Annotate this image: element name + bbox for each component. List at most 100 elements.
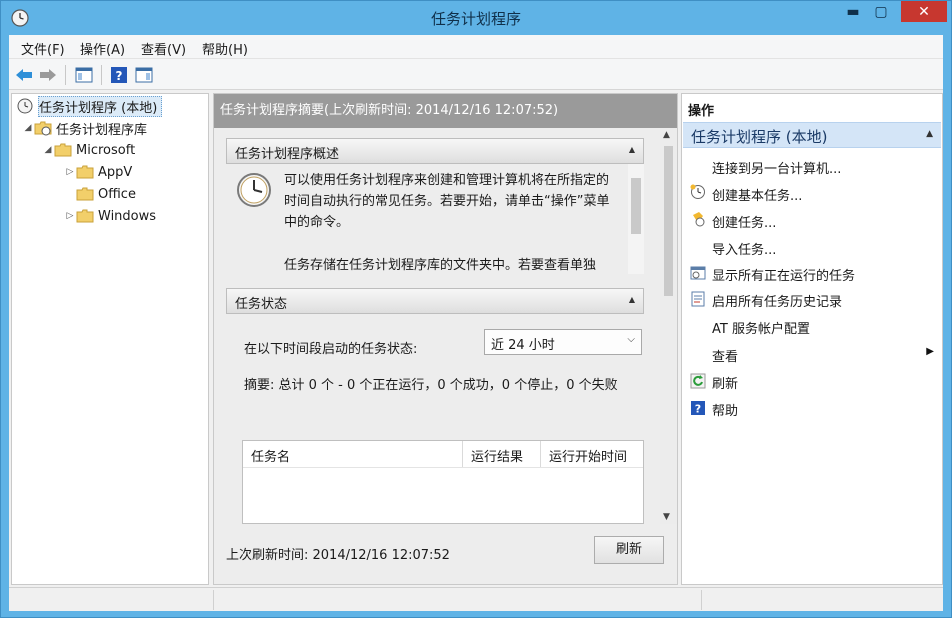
folder-icon (54, 143, 72, 157)
collapse-caret-icon: ▲ (628, 145, 635, 154)
summary-header: 任务计划程序摘要(上次刷新时间: 2014/12/16 12:07:52) (214, 94, 677, 128)
tree-item-label: Microsoft (76, 142, 136, 158)
show-hide-action-pane-button[interactable] (133, 64, 155, 86)
group-title: 任务计划程序 (本地) (691, 128, 828, 146)
maximize-icon: ▢ (874, 4, 888, 20)
collapse-caret-icon: ▲ (628, 295, 635, 304)
close-button[interactable]: ✕ (901, 1, 947, 22)
minimize-button[interactable]: ▬ (839, 1, 867, 23)
actions-group-header[interactable]: 任务计划程序 (本地) ▲ (683, 122, 941, 148)
scroll-thumb[interactable] (664, 146, 673, 296)
menu-file[interactable]: 文件(F) (21, 39, 65, 58)
scroll-down-icon[interactable]: ▼ (663, 512, 670, 522)
menu-bar: 文件(F) 操作(A) 查看(V) 帮助(H) (9, 35, 943, 59)
menu-help[interactable]: 帮助(H) (202, 39, 248, 58)
status-separator (701, 590, 702, 610)
svg-text:?: ? (695, 403, 701, 416)
show-hide-tree-button[interactable] (73, 64, 95, 86)
console-tree-icon (75, 67, 93, 83)
minimize-icon: ▬ (846, 4, 860, 20)
toolbar: ? (9, 59, 943, 90)
tree-item-library[interactable]: ◢ 任务计划程序库 (22, 118, 147, 138)
help-icon: ? (111, 67, 127, 83)
actions-pane: 操作 任务计划程序 (本地) ▲ 连接到另一台计算机... 创建基本任务... … (681, 93, 943, 585)
header-divider (243, 467, 643, 468)
window-title: 任务计划程序 (430, 10, 521, 28)
actions-title: 操作 (688, 104, 715, 119)
action-help[interactable]: 帮助 (712, 400, 738, 419)
tree-item-label: 任务计划程序 (本地) (38, 95, 163, 117)
status-section-header[interactable]: 任务状态 ▲ (226, 288, 644, 314)
summary-footer: 上次刷新时间: 2014/12/16 12:07:52 刷新 (214, 524, 677, 584)
overview-scrollbar[interactable] (628, 164, 644, 274)
folder-icon (76, 165, 94, 179)
back-button[interactable] (13, 64, 35, 86)
expanded-arrow-icon[interactable]: ◢ (22, 123, 34, 133)
action-at-service-config[interactable]: AT 服务帐户配置 (712, 318, 810, 337)
column-header-run-result[interactable]: 运行结果 (463, 441, 541, 467)
column-header-run-start-time[interactable]: 运行开始时间 (541, 441, 643, 467)
tree-item-root[interactable]: 任务计划程序 (本地) (16, 95, 163, 117)
action-create-basic-task[interactable]: 创建基本任务... (712, 185, 802, 204)
help-icon: ? (691, 401, 705, 416)
create-task-icon (693, 212, 705, 227)
overview-text: 可以使用任务计划程序来创建和管理计算机将在所指定的时间自动执行的常见任务。若要开… (284, 173, 610, 230)
status-period-select[interactable]: 近 24 小时 ⌵ (484, 329, 642, 355)
action-view[interactable]: 查看 (712, 346, 738, 365)
chevron-down-icon: ⌵ (627, 334, 635, 345)
summary-scrollbar[interactable]: ▲ ▼ (660, 128, 677, 524)
expanded-arrow-icon[interactable]: ◢ (42, 145, 54, 155)
folder-icon (76, 209, 94, 223)
action-pane-icon (135, 67, 153, 83)
collapsed-arrow-icon[interactable]: ▷ (64, 167, 76, 177)
navigation-tree: 任务计划程序 (本地) ◢ 任务计划程序库 ◢ Microsoft ▷ AppV… (11, 93, 209, 585)
folder-icon (76, 187, 94, 201)
action-connect-computer[interactable]: 连接到另一台计算机... (712, 158, 841, 177)
svg-text:?: ? (116, 69, 123, 83)
action-import-task[interactable]: 导入任务... (712, 239, 776, 258)
help-toolbar-button[interactable]: ? (108, 64, 130, 86)
action-enable-task-history[interactable]: 启用所有任务历史记录 (712, 291, 842, 310)
clock-icon (237, 173, 271, 207)
overview-text-continued: 任务存储在任务计划程序库的文件夹中。若要查看单独 (284, 258, 597, 273)
action-show-running-tasks[interactable]: 显示所有正在运行的任务 (712, 265, 855, 284)
last-refresh-text: 上次刷新时间: 2014/12/16 12:07:52 (226, 548, 450, 563)
summary-pane: 任务计划程序摘要(上次刷新时间: 2014/12/16 12:07:52) 任务… (213, 93, 678, 585)
back-arrow-icon (16, 69, 32, 81)
refresh-icon (690, 373, 706, 389)
action-refresh[interactable]: 刷新 (712, 373, 738, 392)
forward-arrow-icon (40, 69, 56, 81)
status-summary: 摘要: 总计 0 个 - 0 个正在运行，0 个成功，0 个停止，0 个失败 (244, 378, 618, 393)
status-period-label: 在以下时间段启动的任务状态: (244, 342, 418, 357)
status-separator (213, 590, 214, 610)
toolbar-separator (101, 65, 102, 85)
overview-section: 可以使用任务计划程序来创建和管理计算机将在所指定的时间自动执行的常见任务。若要开… (226, 164, 644, 274)
column-header-task-name[interactable]: 任务名 (243, 441, 463, 467)
menu-action[interactable]: 操作(A) (80, 39, 125, 58)
refresh-button[interactable]: 刷新 (594, 536, 664, 564)
summary-scroll-area: 任务计划程序概述 ▲ 可以使用任务计划程序来创建和管理计算机将在所指定的时间自动… (214, 128, 677, 524)
clock-icon (17, 98, 33, 114)
status-bar (9, 587, 943, 611)
tree-item-label: Windows (98, 208, 157, 224)
tree-item-windows[interactable]: ▷ Windows (64, 206, 157, 226)
scroll-up-icon[interactable]: ▲ (663, 130, 670, 140)
running-tasks-icon (690, 266, 706, 280)
section-title: 任务计划程序概述 (235, 147, 340, 162)
task-status-table: 任务名 运行结果 运行开始时间 (242, 440, 644, 524)
tree-item-label: 任务计划程序库 (56, 122, 148, 138)
toolbar-separator (65, 65, 66, 85)
collapsed-arrow-icon[interactable]: ▷ (64, 211, 76, 221)
tree-item-microsoft[interactable]: ◢ Microsoft (42, 140, 136, 160)
menu-view[interactable]: 查看(V) (141, 39, 186, 58)
task-history-icon (691, 291, 705, 307)
scroll-thumb[interactable] (631, 178, 641, 234)
tree-item-appv[interactable]: ▷ AppV (64, 162, 133, 182)
overview-section-header[interactable]: 任务计划程序概述 ▲ (226, 138, 644, 164)
maximize-button[interactable]: ▢ (867, 1, 895, 23)
tree-item-office[interactable]: Office (76, 184, 136, 204)
submenu-arrow-icon: ▶ (926, 346, 934, 357)
forward-button[interactable] (37, 64, 59, 86)
action-create-task[interactable]: 创建任务... (712, 212, 776, 231)
task-scheduler-window: 任务计划程序 ▬ ▢ ✕ 文件(F) 操作(A) 查看(V) 帮助(H) ? 任… (0, 0, 952, 618)
